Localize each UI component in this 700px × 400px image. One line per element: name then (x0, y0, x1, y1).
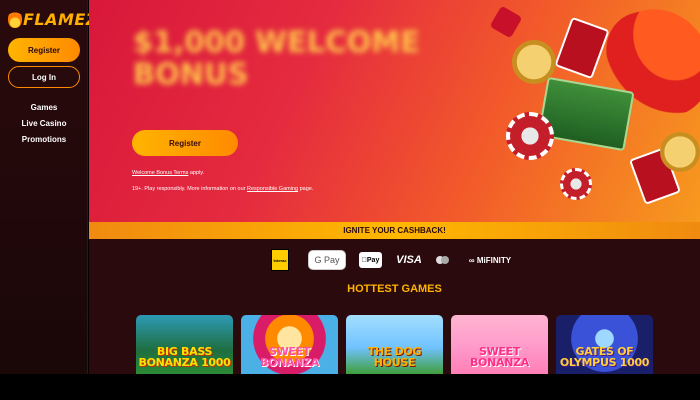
responsible-gaming-suffix: page. (298, 186, 314, 192)
hero-artwork (484, 0, 700, 222)
flame-icon (8, 10, 22, 28)
dice-image (489, 5, 523, 39)
game-title: THE DOG HOUSE (367, 345, 422, 369)
game-title: SWEET BONANZA (469, 345, 530, 369)
sidebar: FLAMEZ Register Log In Games Live Casino… (0, 0, 97, 374)
mastercard-icon (433, 249, 451, 271)
bottom-bar (0, 374, 700, 400)
main-content: Interac G Pay Pay VISA ∞ MiFINITY HOTTE… (89, 239, 700, 374)
payment-methods: Interac G Pay Pay VISA ∞ MiFINITY (89, 249, 700, 273)
bonus-terms-text: Welcome Bonus Terms apply. (132, 170, 204, 176)
sidebar-item-games[interactable]: Games (0, 100, 88, 116)
hero-banner: $1,000 WELCOME BONUS Register Welcome Bo… (89, 0, 700, 222)
game-title: BIG BASS BONANZA 1000 (138, 345, 231, 369)
game-tile[interactable]: THE DOG HOUSE (346, 315, 443, 374)
hero-title: $1,000 WELCOME BONUS (133, 25, 420, 91)
gold-coin-2-image (660, 132, 700, 172)
casino-chip-small-image (560, 168, 592, 200)
sidebar-nav: Games Live Casino Promotions (0, 100, 88, 148)
mifinity-glyph: ∞ (468, 255, 477, 265)
apple-pay-label: Pay (364, 256, 379, 264)
cashback-banner[interactable]: IGNITE YOUR CASHBACK! (89, 222, 700, 239)
mifinity-icon: ∞ MiFINITY (459, 249, 521, 271)
responsible-gaming-text: 19+. Play responsibly. More information … (132, 186, 313, 192)
mifinity-label: MiFINITY (476, 255, 512, 265)
sidebar-register-button[interactable]: Register (8, 38, 80, 62)
visa-icon: VISA (396, 254, 422, 266)
hero-register-button[interactable]: Register (132, 130, 238, 156)
bonus-terms-link[interactable]: Welcome Bonus Terms (132, 170, 188, 176)
games-carousel: BIG BASS BONANZA 1000 SWEET BONANZA THE … (136, 315, 656, 374)
casino-chip-image (506, 112, 554, 160)
game-tile[interactable]: SWEET BONANZA (241, 315, 338, 374)
playing-card-image (554, 16, 610, 80)
hottest-games-heading: HOTTEST GAMES (347, 283, 442, 295)
responsible-gaming-prefix: 19+. Play responsibly. More information … (132, 186, 247, 192)
google-pay-icon: G Pay (308, 250, 346, 270)
sidebar-login-button[interactable]: Log In (8, 66, 80, 88)
apple-pay-icon: Pay (359, 252, 382, 268)
flamez-logo[interactable]: FLAMEZ (8, 8, 98, 30)
game-title: GATES OF OLYMPUS 1000 (559, 345, 650, 369)
responsible-gaming-link[interactable]: Responsible Gaming (247, 186, 298, 192)
game-tile[interactable]: SWEET BONANZA (451, 315, 548, 374)
interac-icon: Interac (271, 249, 289, 271)
bonus-terms-suffix: apply. (188, 170, 205, 176)
sidebar-item-live-casino[interactable]: Live Casino (0, 116, 88, 132)
game-tile[interactable]: BIG BASS BONANZA 1000 (136, 315, 233, 374)
sidebar-item-promotions[interactable]: Promotions (0, 132, 88, 148)
game-tile[interactable]: GATES OF OLYMPUS 1000 (556, 315, 653, 374)
game-title: SWEET BONANZA (259, 345, 320, 369)
logo-text: FLAMEZ (23, 9, 98, 29)
